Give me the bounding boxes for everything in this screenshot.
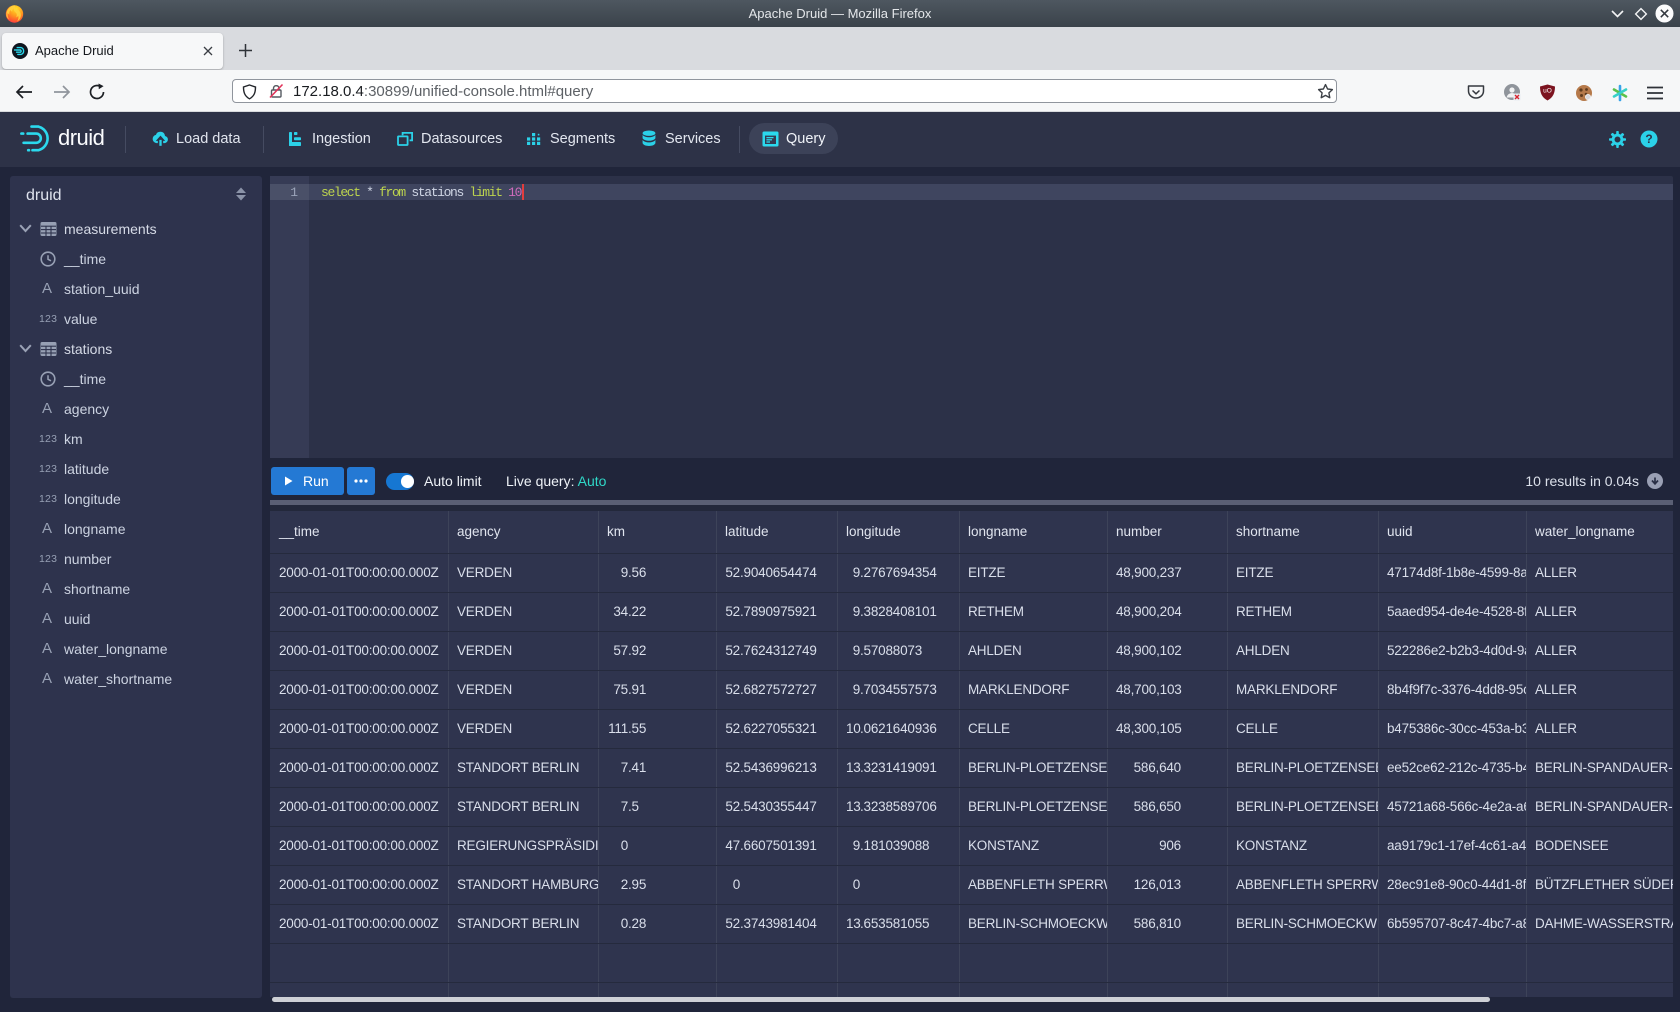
svg-text:?: ?	[1645, 132, 1652, 146]
svg-text:uO: uO	[1543, 88, 1552, 95]
